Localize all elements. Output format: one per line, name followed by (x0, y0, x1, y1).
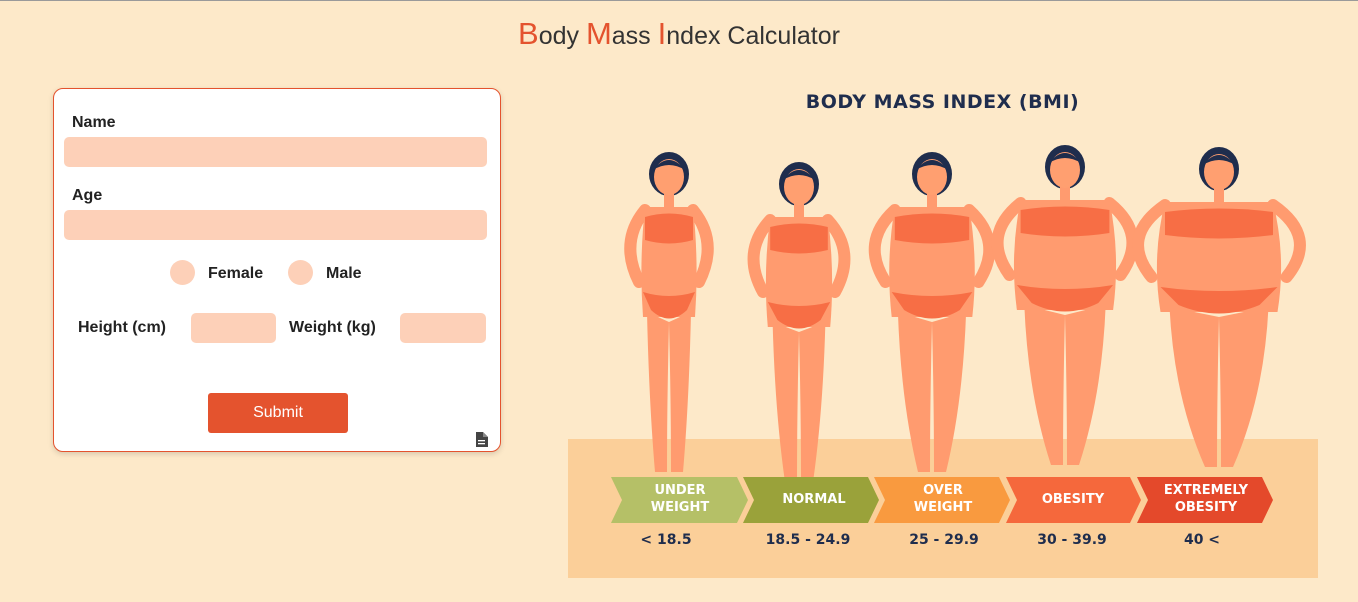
weight-label: Weight (kg) (289, 319, 376, 336)
top-border (0, 0, 1358, 1)
extreme-obesity-label: EXTREMELY OBESITY (1156, 482, 1256, 516)
overweight-line2: WEIGHT (913, 500, 973, 515)
weight-input[interactable] (400, 313, 486, 343)
title-part-ndex: ndex Calculator (666, 22, 840, 50)
extreme-obesity-line1: EXTREMELY (1163, 483, 1249, 498)
normal-line1: NORMAL (782, 492, 846, 507)
name-label: Name (72, 114, 116, 131)
normal-woman (747, 162, 851, 480)
extreme-obesity-range: 40 < (1183, 532, 1221, 548)
underweight-line2: WEIGHT (650, 500, 710, 515)
normal-range: 18.5 - 24.9 (765, 532, 851, 548)
women-figures (624, 145, 1306, 480)
title-part-ass: ass (611, 22, 658, 50)
title-cap-i: I (657, 16, 667, 51)
normal-label: NORMAL (764, 491, 864, 508)
name-input[interactable] (64, 137, 487, 167)
female-radio[interactable] (170, 260, 195, 285)
obesity-line1: OBESITY (1041, 492, 1105, 507)
bmi-infographic: BODY MASS INDEX (BMI) UNDER WEIGHT NORMAL… (560, 80, 1330, 590)
title-part-ody: ody (538, 22, 586, 50)
page-title: Body Mass Index Calculator (0, 16, 1358, 52)
overweight-label: OVER WEIGHT (893, 482, 993, 516)
underweight-line1: UNDER (654, 483, 706, 498)
overweight-line1: OVER (923, 483, 963, 498)
title-cap-m: M (585, 16, 612, 51)
overweight-woman (868, 152, 996, 472)
bmi-form-card: Name Age Female Male Height (cm) Weight … (53, 88, 501, 452)
obese-woman (991, 145, 1139, 465)
underweight-range: < 18.5 (640, 532, 692, 548)
document-icon[interactable] (475, 432, 488, 447)
age-input[interactable] (64, 210, 487, 240)
extremely-obese-woman (1132, 147, 1306, 467)
title-cap-b: B (518, 16, 539, 51)
obesity-label: OBESITY (1023, 491, 1123, 508)
male-label[interactable]: Male (326, 265, 362, 283)
male-radio[interactable] (288, 260, 313, 285)
female-label[interactable]: Female (208, 265, 263, 283)
submit-button[interactable]: Submit (208, 393, 348, 433)
extreme-obesity-line2: OBESITY (1174, 500, 1238, 515)
age-label: Age (72, 187, 103, 204)
underweight-label: UNDER WEIGHT (630, 482, 730, 516)
height-label: Height (cm) (78, 319, 166, 336)
obesity-range: 30 - 39.9 (1037, 532, 1107, 548)
overweight-range: 25 - 29.9 (909, 532, 979, 548)
height-input[interactable] (191, 313, 276, 343)
underweight-woman (624, 152, 714, 472)
